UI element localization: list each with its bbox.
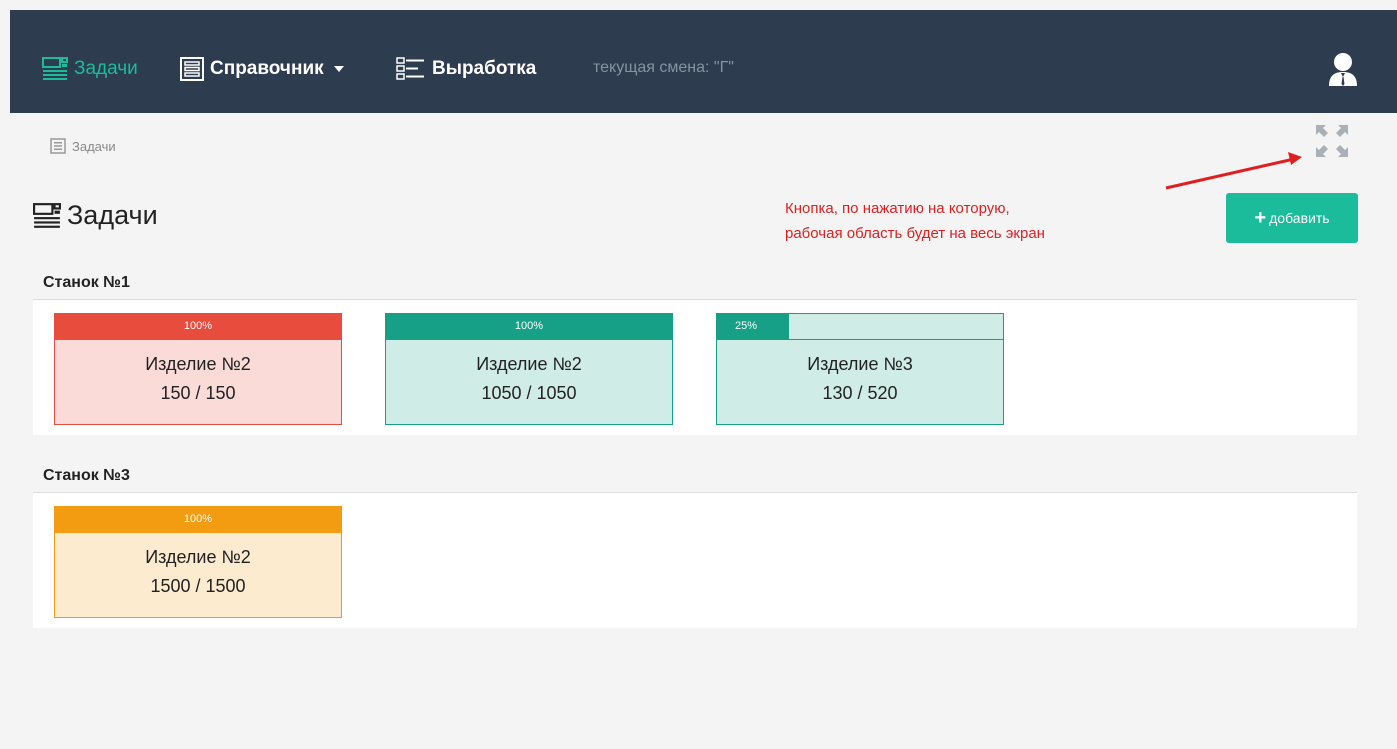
product-name: Изделие №2 xyxy=(145,547,251,567)
user-menu[interactable] xyxy=(1327,52,1359,91)
nav-reference-dropdown[interactable]: Справочник xyxy=(180,57,344,81)
tree-list-icon xyxy=(396,57,424,80)
machine-section: Станок №1 100% Изделие №2 150 / 150 100%… xyxy=(33,267,1357,435)
add-button[interactable]: + добавить xyxy=(1226,193,1358,243)
add-button-label: добавить xyxy=(1269,210,1330,226)
annotation-line-2: рабочая область будет на весь экран xyxy=(785,225,1045,242)
fullscreen-button[interactable] xyxy=(1314,123,1350,164)
progress-bar: 100% xyxy=(55,507,341,533)
progress-label: 25% xyxy=(735,320,758,332)
top-navbar: Задачи Справочник Выработка текущая смен… xyxy=(10,10,1397,113)
product-name: Изделие №3 xyxy=(807,354,913,374)
product-quantity: 130 / 520 xyxy=(822,383,898,403)
progress-label: 100% xyxy=(183,513,213,525)
product-name: Изделие №2 xyxy=(145,354,251,374)
list-icon xyxy=(50,138,66,154)
plus-icon: + xyxy=(1254,207,1267,229)
nav-output-label: Выработка xyxy=(432,58,537,79)
progress-label: 100% xyxy=(514,320,544,332)
machine-title: Станок №1 xyxy=(33,267,1357,300)
list-icon xyxy=(33,202,61,228)
product-name: Изделие №2 xyxy=(476,354,582,374)
progress-label: 100% xyxy=(183,320,213,332)
grid-list-icon xyxy=(180,57,204,81)
page-title: Задачи xyxy=(33,200,158,231)
nav-tasks-label: Задачи xyxy=(74,58,138,79)
nav-output[interactable]: Выработка xyxy=(396,57,536,81)
task-card[interactable]: 100% Изделие №2 1500 / 1500 xyxy=(54,506,342,618)
product-quantity: 150 / 150 xyxy=(160,383,236,403)
breadcrumb: Задачи xyxy=(50,138,116,154)
chevron-down-icon xyxy=(333,66,344,72)
expand-arrows-icon xyxy=(1316,125,1348,157)
annotation-text: Кнопка, по нажатию на которую, рабочая о… xyxy=(785,196,1045,246)
current-shift-text: текущая смена: "Г" xyxy=(593,59,734,76)
machine-section: Станок №3 100% Изделие №2 1500 / 1500 xyxy=(33,460,1357,628)
task-card[interactable]: 100% Изделие №2 150 / 150 xyxy=(54,313,342,425)
task-card[interactable]: 100% Изделие №2 1050 / 1050 xyxy=(385,313,673,425)
annotation-arrow xyxy=(1165,152,1302,190)
breadcrumb-item[interactable]: Задачи xyxy=(72,139,116,154)
progress-bar: 100% xyxy=(386,314,672,340)
annotation-line-1: Кнопка, по нажатию на которую, xyxy=(785,200,1010,217)
page-title-text: Задачи xyxy=(67,200,158,230)
nav-tasks[interactable]: Задачи xyxy=(42,57,138,81)
progress-bar: 25% xyxy=(717,314,1003,340)
product-quantity: 1050 / 1050 xyxy=(481,383,577,403)
list-icon xyxy=(42,57,68,80)
progress-bar: 100% xyxy=(55,314,341,340)
user-icon xyxy=(1329,53,1357,86)
machine-title: Станок №3 xyxy=(33,460,1357,493)
nav-reference-label: Справочник xyxy=(210,58,324,79)
task-card[interactable]: 25% Изделие №3 130 / 520 xyxy=(716,313,1004,425)
product-quantity: 1500 / 1500 xyxy=(150,576,246,596)
